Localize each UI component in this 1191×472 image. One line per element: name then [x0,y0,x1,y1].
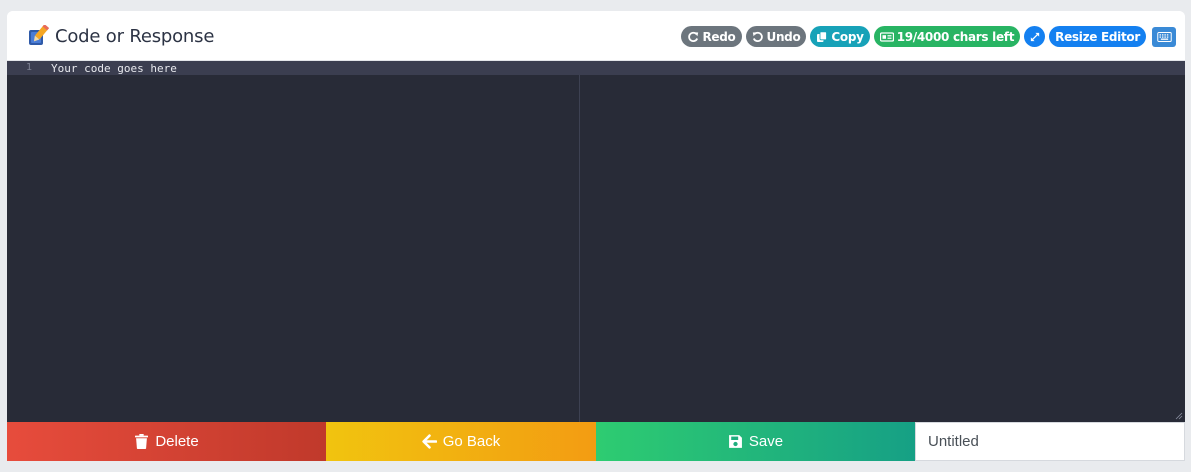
save-label: Save [748,433,784,450]
keyboard-shortcuts-button[interactable] [1152,26,1176,47]
copy-icon [817,30,828,42]
undo-label: Undo [766,29,801,44]
page-title: Code or Response [55,25,215,47]
copy-label: Copy [831,29,864,44]
code-line[interactable]: Your code goes here [51,62,177,75]
undo-icon [752,31,763,42]
undo-button[interactable]: Undo [745,26,807,47]
snippet-name-input[interactable] [915,422,1185,461]
trash-icon [135,434,149,449]
editor-toolbar: Redo Undo Copy 19/4000 chars left Resize… [681,26,1176,47]
active-line: 1 Your code goes here [7,61,1185,75]
chars-left-label: 19/4000 chars left [896,29,1015,44]
go-back-button[interactable]: Go Back [326,422,596,461]
chars-left-badge: 19/4000 chars left [873,26,1021,47]
resize-grip-icon[interactable] [1175,412,1183,420]
redo-icon [688,31,699,42]
floppy-disk-icon [728,435,742,448]
pencil-edit-icon [29,25,49,45]
delete-label: Delete [155,433,199,450]
card-header: Code or Response Redo Undo Copy 19/4000 … [7,11,1185,61]
redo-label: Redo [702,29,736,44]
line-number: 1 [25,62,33,73]
chars-counter-icon [879,31,894,42]
editor-split-divider[interactable] [579,75,580,422]
copy-button[interactable]: Copy [810,26,870,47]
delete-button[interactable]: Delete [7,422,326,461]
editor-footer: Delete Go Back Save [7,422,1185,461]
expand-icon [1030,32,1039,41]
resize-editor-label: Resize Editor [1055,29,1140,44]
arrow-left-icon [422,434,437,449]
expand-editor-button[interactable] [1024,26,1046,47]
code-editor[interactable]: 1 Your code goes here [7,61,1185,422]
code-editor-card: Code or Response Redo Undo Copy 19/4000 … [7,11,1185,461]
save-button[interactable]: Save [596,422,915,461]
go-back-label: Go Back [442,433,501,450]
keyboard-icon [1156,31,1172,42]
header-title-group: Code or Response [27,24,214,48]
redo-button[interactable]: Redo [681,26,742,47]
resize-editor-button[interactable]: Resize Editor [1049,26,1146,47]
